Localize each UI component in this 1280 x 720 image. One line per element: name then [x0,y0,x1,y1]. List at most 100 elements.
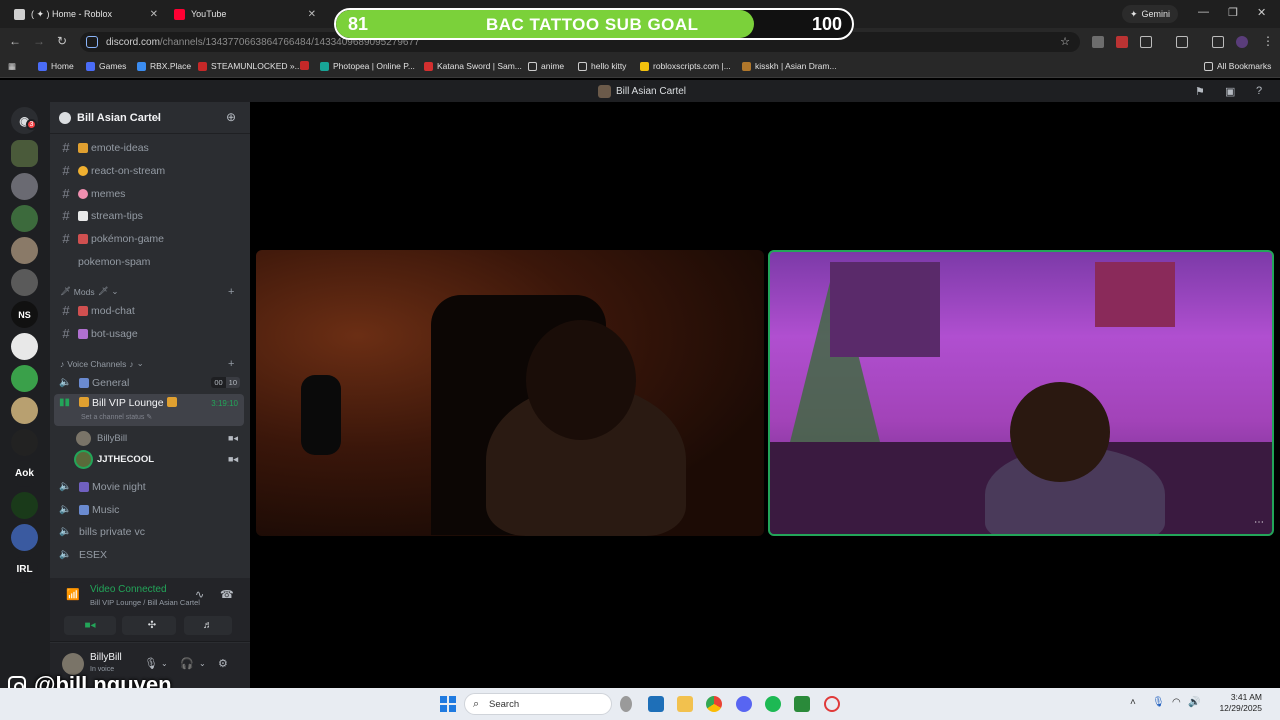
menu-dots-icon[interactable]: ⋮ [1262,34,1274,48]
system-clock[interactable]: 3:41 AM 12/29/2025 [1206,692,1262,714]
channel-bot-usage[interactable]: # bot-usage [54,323,244,344]
help-icon[interactable]: ? [1256,85,1268,97]
voice-channel-bills-private-vc[interactable]: 🔈 bills private vc [54,521,244,542]
tab-youtube[interactable]: YouTube ✕ [166,3,322,25]
server-icon[interactable] [11,333,38,360]
category-voice-channels[interactable]: ♪ Voice Channels ♪ ⌄ + [60,358,234,370]
tab-roblox[interactable]: ( ✦ ) Home - Roblox ✕ [6,3,164,25]
volume-icon[interactable]: 🔊 [1188,697,1200,708]
all-bookmarks[interactable]: All Bookmarks [1204,61,1271,71]
gemini-button[interactable]: ✦ Gemini [1122,5,1179,23]
server-icon[interactable] [11,140,38,167]
close-window-icon[interactable]: ✕ [1257,6,1266,19]
voice-channel-esex[interactable]: 🔈 ESEX [54,544,244,565]
camera-button[interactable]: ■◂ [64,616,116,635]
bookmark-katana[interactable]: Katana Sword | Sam... [424,61,522,71]
soundboard-button[interactable]: ♬ [184,616,232,635]
star-icon[interactable]: ☆ [1060,35,1070,48]
extension-icon[interactable] [1116,36,1128,48]
server-icon[interactable] [11,524,38,551]
extension-icon[interactable] [1092,36,1104,48]
channel-pokemon-game[interactable]: # pokémon-game [54,228,244,249]
channel-emote-ideas[interactable]: # emote-ideas [54,137,244,158]
noise-suppression-icon[interactable]: ∿ [195,588,204,601]
server-icon[interactable] [11,173,38,200]
settings-gear-icon[interactable]: ⚙ [218,657,228,670]
bookmark-hello-kitty[interactable]: hello kitty [578,61,626,71]
server-icon[interactable] [11,365,38,392]
channel-memes[interactable]: # memes [54,183,244,204]
bookmark-games[interactable]: Games [86,61,126,71]
bookmark-anime[interactable]: anime [528,61,564,71]
add-channel-icon[interactable]: + [228,358,234,370]
chevron-up-icon[interactable]: ˄ [1130,697,1136,708]
minimize-icon[interactable]: — [1198,6,1209,18]
reload-icon[interactable]: ↻ [57,34,67,48]
video-tile-billybill[interactable] [256,250,764,536]
voice-user-billybill[interactable]: BillyBill ■◂ [54,428,244,449]
flag-icon[interactable]: ⚑ [1195,85,1207,98]
server-icon-aok[interactable]: Aok [11,460,38,487]
server-icon[interactable] [11,492,38,519]
close-icon[interactable]: ✕ [308,9,316,20]
apps-grid-icon[interactable]: ▦ [8,61,16,72]
voice-user-jjthecool[interactable]: JJTHECOOL ■◂ [54,449,244,470]
server-icon[interactable] [11,205,38,232]
server-icon-irl[interactable]: IRL [11,556,38,583]
channel-mod-chat[interactable]: # mod-chat [54,300,244,321]
bookmark-robloxscripts[interactable]: robloxscripts.com |... [640,61,731,71]
server-icon-ns[interactable]: NS [11,301,38,328]
bookmark-kisskh[interactable]: kisskh | Asian Dram... [742,61,837,71]
forward-icon[interactable]: → [33,34,45,48]
app-icon[interactable] [794,696,810,712]
back-icon[interactable]: ← [9,34,21,48]
set-channel-status[interactable]: Set a channel status ✎ [81,413,152,421]
server-icon[interactable] [11,429,38,456]
category-mods[interactable]: 🗡 Mods 🗡 ⌄ + [60,286,234,298]
voice-location[interactable]: Bill VIP Lounge / Bill Asian Cartel [90,598,200,607]
taskbar-search[interactable]: ⌕ Search [464,693,612,715]
more-options-icon[interactable]: ⋯ [1254,517,1264,528]
voice-status[interactable]: Video Connected [90,584,167,595]
bookmark-red[interactable] [300,61,313,70]
voice-channel-bill-vip-lounge[interactable]: ▮▮ Bill VIP Lounge 3:19:10 Set a channel … [54,394,244,426]
chevron-down-icon[interactable]: ⌄ [199,659,206,668]
headphones-icon[interactable]: 🎧 [180,657,194,670]
chrome-icon[interactable] [706,696,722,712]
discord-icon[interactable] [736,696,752,712]
bookmark-photopea[interactable]: Photopea | Online P... [320,61,415,71]
channel-react-on-stream[interactable]: # react-on-stream [54,160,244,181]
app-icon[interactable] [648,696,664,712]
bookmark-home[interactable]: Home [38,61,74,71]
signal-icon[interactable]: 📶 [66,588,80,601]
voice-channel-general[interactable]: 🔈 General 00 10 [54,372,244,393]
add-channel-icon[interactable]: + [228,286,234,298]
microphone-icon[interactable]: 🎙 [144,657,158,670]
server-icon[interactable] [11,269,38,296]
bookmark-rbx-place[interactable]: RBX.Place [137,61,191,71]
wifi-icon[interactable]: ◠ [1172,697,1181,708]
voice-channel-music[interactable]: 🔈 Music [54,499,244,520]
channel-stream-tips[interactable]: # stream-tips [54,205,244,226]
chevron-down-icon[interactable]: ⌄ [161,659,168,668]
disconnect-icon[interactable]: ☎ [220,588,234,601]
opera-icon[interactable] [824,696,840,712]
server-header[interactable]: Bill Asian Cartel ⌄ ⊕ [50,102,250,134]
activities-button[interactable]: ✣ [128,616,176,635]
server-icon[interactable] [11,397,38,424]
tab-search-icon[interactable] [1212,36,1224,48]
extensions-puzzle-icon[interactable] [1140,36,1152,48]
site-info-icon[interactable] [86,36,98,48]
microphone-icon[interactable]: 🎙 [1152,697,1165,708]
bookmark-steamunlocked[interactable]: STEAMUNLOCKED »... [198,61,302,71]
windows-start-icon[interactable] [440,696,456,712]
file-explorer-icon[interactable] [677,696,693,712]
media-icon[interactable] [1176,36,1188,48]
task-view-icon[interactable] [620,696,632,712]
voice-channel-movie-night[interactable]: 🔈 Movie night [54,476,244,497]
invite-people-icon[interactable]: ⊕ [226,110,236,124]
video-tile-jjthecool[interactable]: ⋯ [768,250,1274,536]
spotify-icon[interactable] [765,696,781,712]
inbox-icon[interactable]: ▣ [1225,85,1237,98]
profile-avatar[interactable] [1236,36,1248,48]
